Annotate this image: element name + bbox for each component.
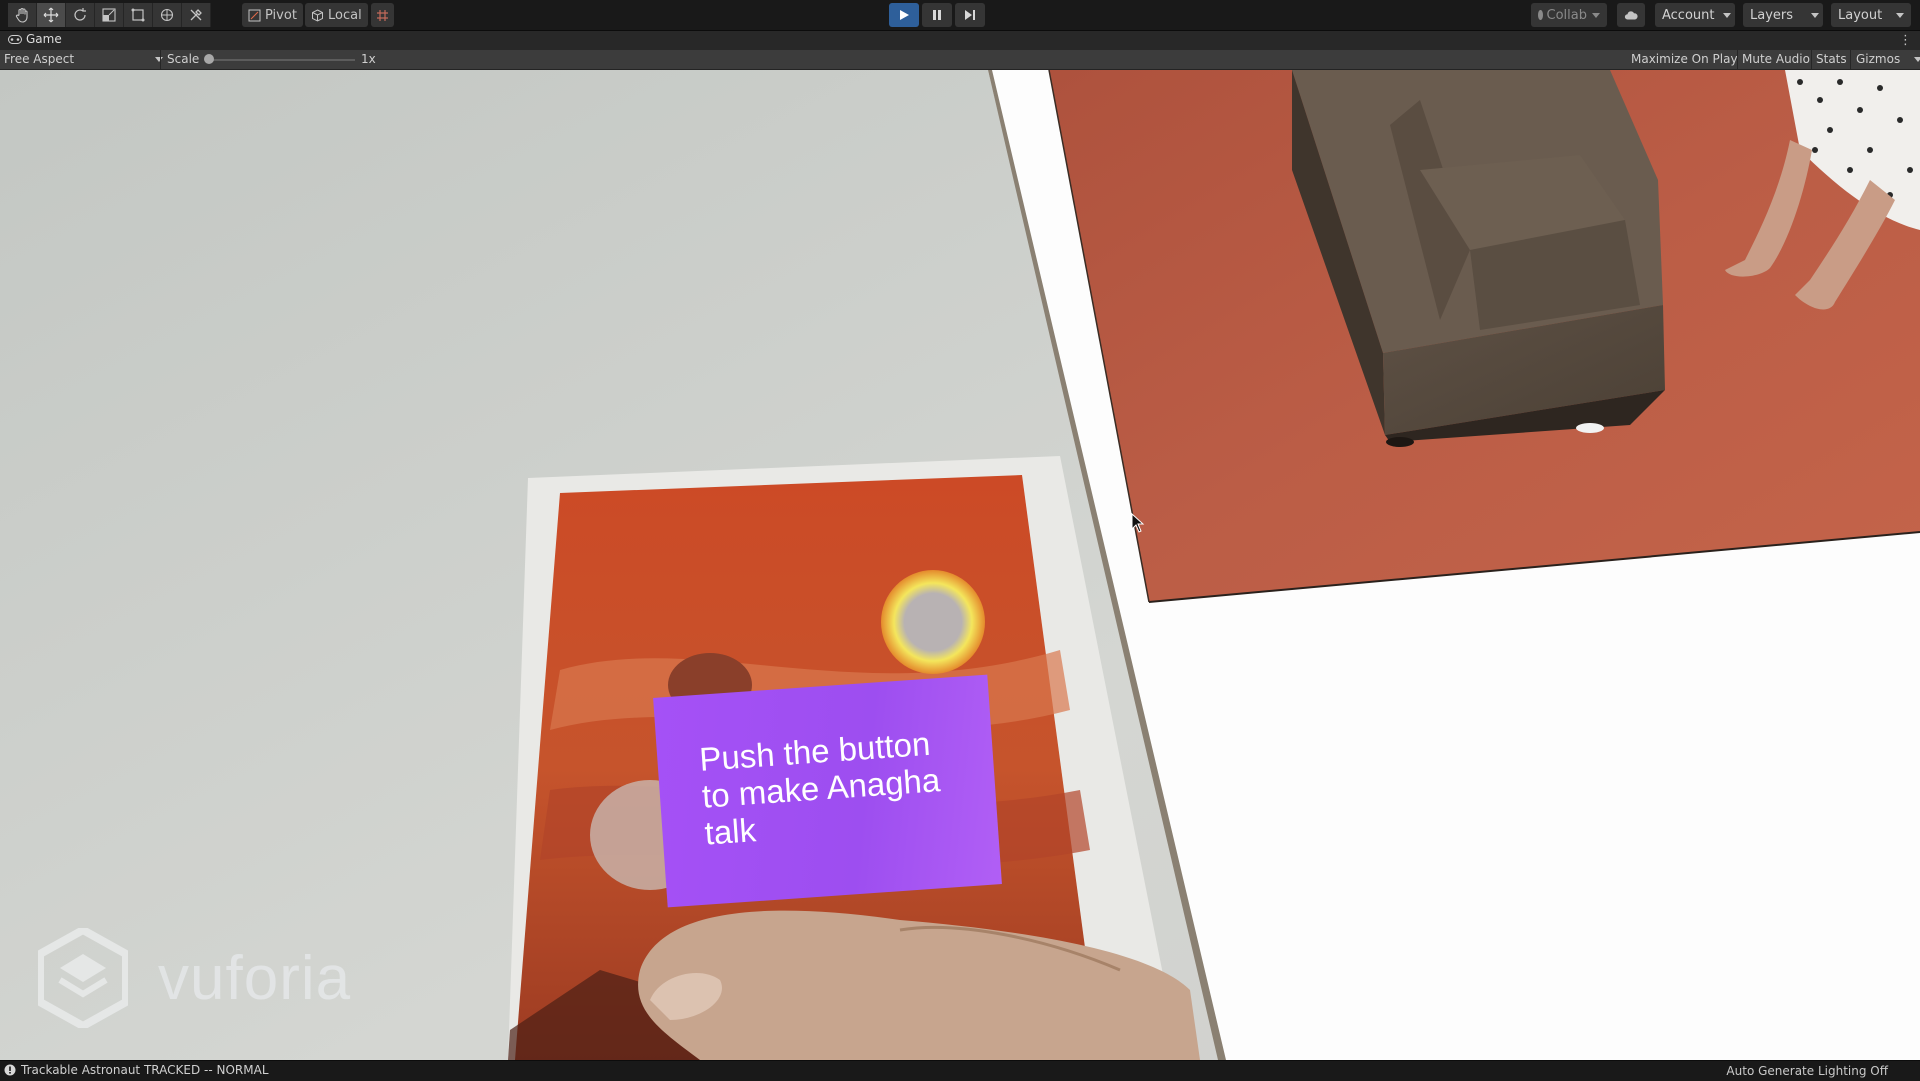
status-message: Trackable Astronaut TRACKED -- NORMAL [21, 1063, 269, 1077]
console-status[interactable]: Trackable Astronaut TRACKED -- NORMAL [4, 1063, 269, 1077]
layers-caret-icon [1811, 12, 1820, 18]
grid-snap-icon [377, 9, 388, 21]
hand-tool-icon [15, 7, 28, 23]
divider [1850, 50, 1851, 69]
account-dropdown[interactable]: Account [1655, 3, 1735, 27]
game-tab-bar: Game ⋮ [0, 31, 1920, 50]
ar-instruction-text: Push the button to make Anagha talk [698, 724, 942, 852]
cloud-icon [1624, 10, 1638, 19]
divider [1737, 50, 1738, 69]
status-bar: Trackable Astronaut TRACKED -- NORMAL Au… [0, 1060, 1920, 1081]
transform-tool-icon [160, 8, 174, 22]
layout-dropdown[interactable]: Layout [1831, 3, 1911, 27]
layers-dropdown[interactable]: Layers [1743, 3, 1823, 27]
scale-tool-icon [102, 8, 116, 22]
account-label: Account [1662, 7, 1715, 23]
game-viewport[interactable]: Push the button to make Anagha talk vufo… [0, 70, 1920, 1060]
move-tool-icon [43, 7, 59, 23]
tab-menu-icon[interactable]: ⋮ [1899, 33, 1912, 48]
cloud-button[interactable] [1617, 3, 1645, 27]
play-button[interactable] [889, 3, 919, 27]
vuforia-logo-icon [38, 928, 128, 1028]
camera-feed [0, 70, 1920, 1060]
local-label: Local [328, 7, 362, 23]
pivot-label: Pivot [265, 7, 297, 23]
account-caret-icon [1722, 12, 1731, 18]
rotate-tool-button[interactable] [66, 3, 95, 27]
stats-label: Stats [1816, 52, 1847, 66]
gamepad-icon [8, 34, 22, 44]
gizmos-label: Gizmos [1856, 52, 1901, 66]
move-tool-button[interactable] [37, 3, 66, 27]
grid-snap-button[interactable] [371, 3, 394, 27]
tab-game-label: Game [26, 32, 62, 46]
transform-tool-button[interactable] [153, 3, 182, 27]
custom-tool-button[interactable] [182, 3, 211, 27]
mute-audio-label: Mute Audio [1742, 52, 1810, 66]
scale-tool-button[interactable] [95, 3, 124, 27]
play-icon [900, 10, 909, 20]
vuforia-watermark: vuforia [38, 928, 351, 1028]
layout-label: Layout [1838, 7, 1883, 23]
divider [160, 50, 161, 69]
hand-tool-button[interactable] [8, 3, 37, 27]
stats-toggle[interactable]: Stats [1816, 52, 1847, 66]
maximize-on-play-label: Maximize On Play [1631, 52, 1738, 66]
collab-check-icon [1538, 10, 1543, 20]
local-cube-icon [312, 8, 323, 22]
info-icon [4, 1064, 16, 1076]
rect-tool-icon [131, 8, 145, 22]
scale-label: Scale [167, 52, 200, 66]
layers-label: Layers [1750, 7, 1794, 23]
collab-caret-icon [1592, 12, 1600, 18]
local-toggle[interactable]: Local [305, 3, 368, 27]
collab-label: Collab [1546, 7, 1587, 23]
pivot-toggle[interactable]: Pivot [242, 3, 303, 27]
mouse-cursor-icon [1131, 513, 1145, 533]
gizmos-caret-icon[interactable] [1914, 57, 1920, 62]
transform-tools [8, 3, 211, 27]
custom-tool-icon [190, 9, 202, 21]
aspect-label: Free Aspect [4, 52, 75, 66]
ar-talk-panel[interactable]: Push the button to make Anagha talk [653, 674, 1002, 908]
step-icon [965, 10, 975, 20]
game-view-toolbar: Free Aspect Scale 1x Maximize On Play Mu… [0, 50, 1920, 70]
vuforia-wordmark: vuforia [158, 943, 352, 1013]
playmode-controls [889, 3, 985, 27]
pause-icon [933, 10, 941, 20]
pivot-icon [248, 9, 261, 21]
aspect-dropdown[interactable]: Free Aspect [4, 52, 74, 66]
scale-slider-track[interactable] [210, 59, 355, 61]
scale-slider-knob[interactable] [204, 54, 214, 64]
divider [1811, 50, 1812, 69]
collab-dropdown[interactable]: Collab [1531, 3, 1607, 27]
scale-value: 1x [361, 52, 376, 66]
rect-tool-button[interactable] [124, 3, 153, 27]
aspect-caret-icon [155, 57, 163, 62]
pause-button[interactable] [922, 3, 952, 27]
gizmos-toggle[interactable]: Gizmos [1856, 52, 1900, 66]
step-button[interactable] [955, 3, 985, 27]
lighting-status[interactable]: Auto Generate Lighting Off [1726, 1064, 1888, 1078]
layout-caret-icon [1896, 12, 1905, 18]
maximize-on-play-toggle[interactable]: Maximize On Play [1631, 52, 1738, 66]
mute-audio-toggle[interactable]: Mute Audio [1742, 52, 1810, 66]
rotate-tool-icon [74, 8, 86, 21]
main-toolbar: Pivot Local Collab Account Layers Layout [0, 0, 1920, 31]
tab-game[interactable]: Game [8, 32, 62, 46]
